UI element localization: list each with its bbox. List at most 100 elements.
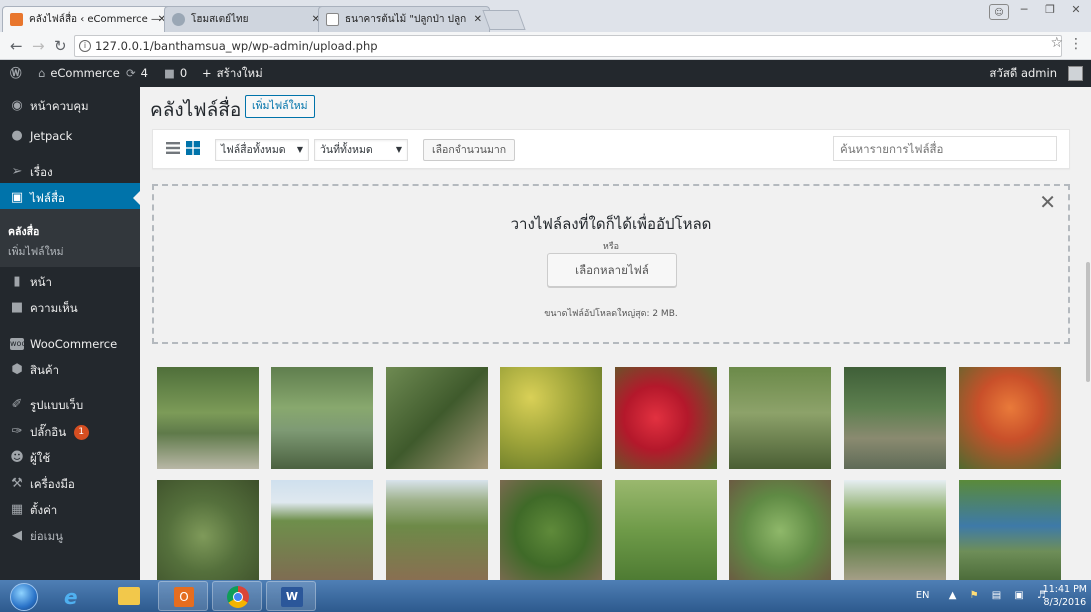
media-thumbnail[interactable] — [271, 367, 373, 469]
wordpress-logo-icon[interactable]: Ⓦ — [10, 60, 22, 87]
wordpress-favicon-icon — [10, 13, 23, 26]
browser-toolbar: ← → ↻ i 127.0.0.1/banthamsua_wp/wp-admin… — [0, 32, 1091, 60]
upload-or-text: หรือ — [602, 242, 620, 252]
maximize-icon[interactable]: ❐ — [1039, 2, 1061, 20]
media-thumbnail[interactable] — [729, 480, 831, 582]
sidebar-item-dashboard[interactable]: ◉ หน้าควบคุม — [0, 91, 140, 121]
windows-logo-icon — [10, 583, 38, 611]
tab-title: โฮมสเตย์ไทย — [191, 14, 249, 25]
url-text: 127.0.0.1/banthamsua_wp/wp-admin/upload.… — [95, 39, 378, 53]
new-content-label: สร้างใหม่ — [216, 66, 263, 80]
media-submenu: คลังสื่อ เพิ่มไฟล์ใหม่ — [0, 209, 140, 267]
windows-taskbar: e O W EN ▲ ⚑ ▤ ▣ ♬ 11:41 PM 8/3/2016 — [0, 580, 1091, 612]
media-thumbnail[interactable] — [157, 480, 259, 582]
tab-tree-bank[interactable]: ธนาคารต้นไม้ "ปลูกป่า ปลูก ✕ — [318, 6, 490, 32]
taskbar-clock[interactable]: 11:41 PM 8/3/2016 — [1043, 583, 1087, 609]
page-scrollbar[interactable] — [1085, 87, 1091, 580]
greeting: สวัสดี admin — [989, 66, 1057, 80]
my-account-link[interactable]: สวัสดี admin — [989, 60, 1057, 87]
sidebar-item-collapse[interactable]: ◀ ย่อเมนู — [0, 521, 140, 551]
media-thumbnail[interactable] — [500, 480, 602, 582]
word-icon[interactable]: W — [266, 581, 316, 611]
file-explorer-icon[interactable] — [104, 581, 154, 611]
media-thumbnail[interactable] — [500, 367, 602, 469]
media-type-filter[interactable]: ไฟล์สื่อทั้งหมด ▼ — [215, 139, 309, 161]
search-input[interactable] — [833, 136, 1057, 161]
forward-icon[interactable]: → — [32, 36, 45, 56]
upload-dropzone[interactable]: ✕ วางไฟล์ลงที่ใดก็ได้เพื่ออัปโหลด หรือ เ… — [152, 184, 1070, 344]
start-button[interactable] — [4, 581, 44, 611]
reload-icon[interactable]: ↻ — [54, 36, 67, 56]
tab-title: คลังไฟล์สื่อ ‹ eCommerce — — [29, 14, 162, 25]
media-thumbnail[interactable] — [729, 367, 831, 469]
select-files-button[interactable]: เลือกหลายไฟล์ — [547, 253, 677, 287]
browser-menu-icon[interactable]: ⋮ — [1069, 36, 1083, 52]
device-icon[interactable]: ▤ — [992, 590, 1001, 601]
outlook-icon[interactable]: O — [158, 581, 208, 611]
media-thumbnail[interactable] — [615, 480, 717, 582]
comment-bubble-icon: ■ — [164, 66, 175, 80]
add-new-button[interactable]: เพิ่มไฟล์ใหม่ — [245, 95, 315, 118]
back-icon[interactable]: ← — [10, 36, 23, 56]
browser-tabstrip: คลังไฟล์สื่อ ‹ eCommerce — ✕ โฮมสเตย์ไทย… — [0, 0, 1091, 32]
updates-link[interactable]: ⟳ 4 — [126, 60, 148, 87]
media-thumbnail[interactable] — [386, 367, 488, 469]
minimize-icon[interactable]: ─ — [1013, 2, 1035, 20]
media-thumbnail[interactable] — [844, 367, 946, 469]
tab-media-library[interactable]: คลังไฟล์สื่อ ‹ eCommerce — ✕ — [2, 6, 174, 32]
close-window-icon[interactable]: ✕ — [1065, 2, 1087, 20]
avatar[interactable] — [1068, 66, 1083, 81]
sidebar-item-comments[interactable]: ■ ความเห็น — [0, 293, 140, 323]
chrome-icon[interactable] — [212, 581, 262, 611]
admin-sidebar: ◉ หน้าควบคุม ● Jetpack ➢ เรื่อง ▣ ไฟล์สื… — [0, 87, 140, 580]
submenu-add-new[interactable]: เพิ่มไฟล์ใหม่ — [0, 243, 140, 260]
media-thumbnail[interactable] — [615, 367, 717, 469]
network-icon[interactable]: ▣ — [1014, 590, 1023, 601]
sidebar-item-label: ความเห็น — [30, 301, 78, 315]
language-indicator[interactable]: EN — [916, 590, 930, 601]
show-hidden-icons-icon[interactable]: ▲ — [949, 590, 957, 601]
bulk-select-button[interactable]: เลือกจำนวนมาก — [423, 139, 516, 161]
close-icon[interactable]: ✕ — [1039, 190, 1056, 214]
media-thumbnail[interactable] — [271, 480, 373, 582]
site-favicon-icon — [172, 13, 185, 26]
info-icon[interactable]: i — [79, 40, 91, 52]
media-thumbnail[interactable] — [157, 367, 259, 469]
media-thumbnail[interactable] — [959, 367, 1061, 469]
comments-link[interactable]: ■ 0 — [164, 60, 187, 87]
submenu-library[interactable]: คลังสื่อ — [0, 223, 140, 240]
page-title: คลังไฟล์สื่อ — [150, 99, 242, 121]
sidebar-item-label: เครื่องมือ — [30, 477, 75, 491]
profile-icon[interactable]: ☺ — [989, 4, 1009, 20]
close-tab-icon[interactable]: ✕ — [474, 7, 482, 32]
media-thumbnail[interactable] — [386, 480, 488, 582]
grid-view-icon[interactable] — [185, 140, 201, 156]
site-name: eCommerce — [50, 66, 120, 80]
main-content: คลังไฟล์สื่อ เพิ่มไฟล์ใหม่ ไฟล์สื่อทั้งห… — [140, 87, 1085, 582]
page-favicon-icon — [326, 13, 339, 26]
list-view-icon[interactable] — [165, 140, 181, 156]
address-bar[interactable]: i 127.0.0.1/banthamsua_wp/wp-admin/uploa… — [74, 35, 1062, 57]
new-tab-button[interactable] — [482, 10, 526, 30]
sidebar-item-label: ปลั๊กอิน — [30, 425, 67, 439]
sidebar-item-jetpack[interactable]: ● Jetpack — [0, 121, 140, 151]
sidebar-item-appearance[interactable]: ✐ รูปแบบเว็บ — [0, 390, 140, 420]
comment-icon: ■ — [10, 300, 24, 315]
sidebar-item-label: ตั้งค่า — [30, 503, 58, 517]
dashboard-icon: ◉ — [11, 98, 23, 113]
media-thumbnail[interactable] — [844, 480, 946, 582]
action-center-icon[interactable]: ⚑ — [970, 590, 979, 601]
scrollbar-thumb[interactable] — [1086, 262, 1090, 382]
jetpack-icon: ● — [11, 128, 23, 143]
media-thumbnail[interactable] — [959, 480, 1061, 582]
appearance-icon: ✐ — [11, 397, 23, 412]
new-content-link[interactable]: + สร้างใหม่ — [202, 60, 263, 87]
tab-homestay[interactable]: โฮมสเตย์ไทย ✕ — [164, 6, 328, 32]
site-name-link[interactable]: ⌂ eCommerce — [38, 60, 120, 87]
bookmark-star-icon[interactable]: ☆ — [1050, 35, 1063, 51]
sidebar-item-products[interactable]: ⬢ สินค้า — [0, 355, 140, 385]
internet-explorer-icon[interactable]: e — [50, 581, 100, 611]
date-filter[interactable]: วันที่ทั้งหมด ▼ — [314, 139, 408, 161]
max-upload-size: ขนาดไฟล์อัปโหลดใหญ่สุด: 2 MB. — [544, 309, 678, 319]
date-filter-value: วันที่ทั้งหมด — [320, 144, 373, 156]
